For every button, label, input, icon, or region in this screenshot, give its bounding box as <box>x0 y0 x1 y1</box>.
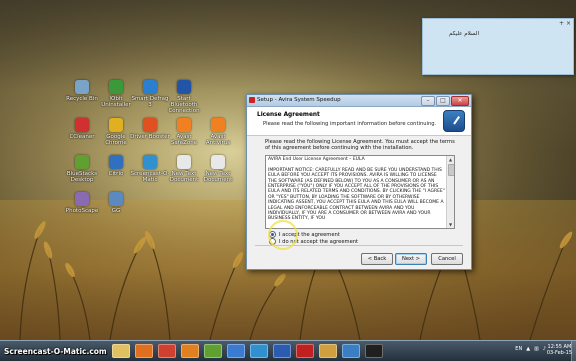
sticky-controls[interactable]: + × <box>559 20 571 27</box>
desktop-icon-label: New Text Document <box>203 171 233 183</box>
dialog-title: Setup - Avira System Speedup <box>257 97 341 103</box>
dialog-header: License Agreement Please read the follow… <box>247 107 471 136</box>
desktop-app-icon[interactable] <box>143 155 157 169</box>
bluestacks-icon[interactable] <box>204 344 222 358</box>
dialog-titlebar[interactable]: Setup - Avira System Speedup – □ ✕ <box>247 95 471 107</box>
folder-icon[interactable] <box>319 344 337 358</box>
cancel-button[interactable]: Cancel <box>431 253 463 265</box>
cursor-highlight <box>268 220 298 250</box>
desktop-icon[interactable]: Avast Antivirus <box>198 118 238 146</box>
app-icon[interactable] <box>227 344 245 358</box>
desktop-icon-label: Avast Antivirus <box>205 134 231 146</box>
scroll-down-icon[interactable]: ▼ <box>448 222 453 227</box>
volume-icon[interactable]: ♪ <box>543 346 546 352</box>
desktop-icon[interactable]: GG <box>96 192 136 214</box>
back-button[interactable]: < Back <box>361 253 393 265</box>
watermark: Screencast-O-Matic.com <box>4 347 107 356</box>
sticky-note[interactable]: + × السلام عليكم <box>422 18 574 75</box>
next-button[interactable]: Next > <box>395 253 427 265</box>
desktop-app-icon[interactable] <box>143 80 157 94</box>
desktop-icon[interactable]: New Text Document <box>198 155 238 183</box>
show-desktop-button[interactable] <box>571 341 576 361</box>
firefox-icon[interactable] <box>181 344 199 358</box>
screencast-icon[interactable] <box>250 344 268 358</box>
system-tray: EN ▲ ▥ ♪ <box>515 346 546 352</box>
desktop-app-icon[interactable] <box>109 118 123 132</box>
desktop-app-icon[interactable] <box>109 80 123 94</box>
video-icon[interactable] <box>365 344 383 358</box>
media-player-icon[interactable] <box>135 344 153 358</box>
close-button[interactable]: ✕ <box>451 96 469 106</box>
desktop-app-icon[interactable] <box>177 80 191 94</box>
desktop-app-icon[interactable] <box>109 192 123 206</box>
scroll-thumb[interactable] <box>448 164 454 176</box>
desktop-app-icon[interactable] <box>177 118 191 132</box>
desktop-app-icon[interactable] <box>143 118 157 132</box>
app-icon <box>249 97 255 103</box>
explorer-icon[interactable] <box>112 344 130 358</box>
tray-arrow-icon[interactable]: ▲ <box>526 346 530 352</box>
network-icon[interactable]: ▥ <box>534 346 539 352</box>
desktop-app-icon[interactable] <box>177 155 191 169</box>
desktop-app-icon[interactable] <box>211 155 225 169</box>
avira-setup-icon[interactable] <box>342 344 360 358</box>
minimize-button[interactable]: – <box>421 96 435 106</box>
language-indicator[interactable]: EN <box>515 346 522 352</box>
sticky-note-text[interactable]: السلام عليكم <box>449 31 479 37</box>
intro-text: Please read the following License Agreem… <box>265 139 455 152</box>
avira-icon[interactable] <box>296 344 314 358</box>
header-title: License Agreement <box>257 112 320 118</box>
maximize-button[interactable]: □ <box>436 96 450 106</box>
header-subtitle: Please read the following important info… <box>263 121 437 127</box>
desktop-app-icon[interactable] <box>75 192 89 206</box>
word-icon[interactable] <box>273 344 291 358</box>
speedometer-icon <box>443 110 465 132</box>
desktop-app-icon[interactable] <box>75 118 89 132</box>
desktop-app-icon[interactable] <box>75 80 89 94</box>
license-textbox[interactable]: AVIRA End User License Agreement – EULA … <box>265 155 455 229</box>
desktop-icon[interactable]: Start Bluetooth Connection <box>164 80 204 114</box>
scroll-up-icon[interactable]: ▲ <box>448 157 453 162</box>
desktop-app-icon[interactable] <box>109 155 123 169</box>
license-scrollbar[interactable]: ▲ ▼ <box>446 156 454 228</box>
desktop-icon-label: GG <box>111 208 121 214</box>
clock[interactable]: 12:55 AM 03-Feb-15 <box>547 344 572 356</box>
desktop-app-icon[interactable] <box>75 155 89 169</box>
clock-date: 03-Feb-15 <box>546 350 572 356</box>
desktop-app-icon[interactable] <box>211 118 225 132</box>
license-text: AVIRA End User License Agreement – EULA … <box>268 157 445 222</box>
desktop-icon-label: Start Bluetooth Connection <box>168 96 200 114</box>
chrome-icon[interactable] <box>158 344 176 358</box>
